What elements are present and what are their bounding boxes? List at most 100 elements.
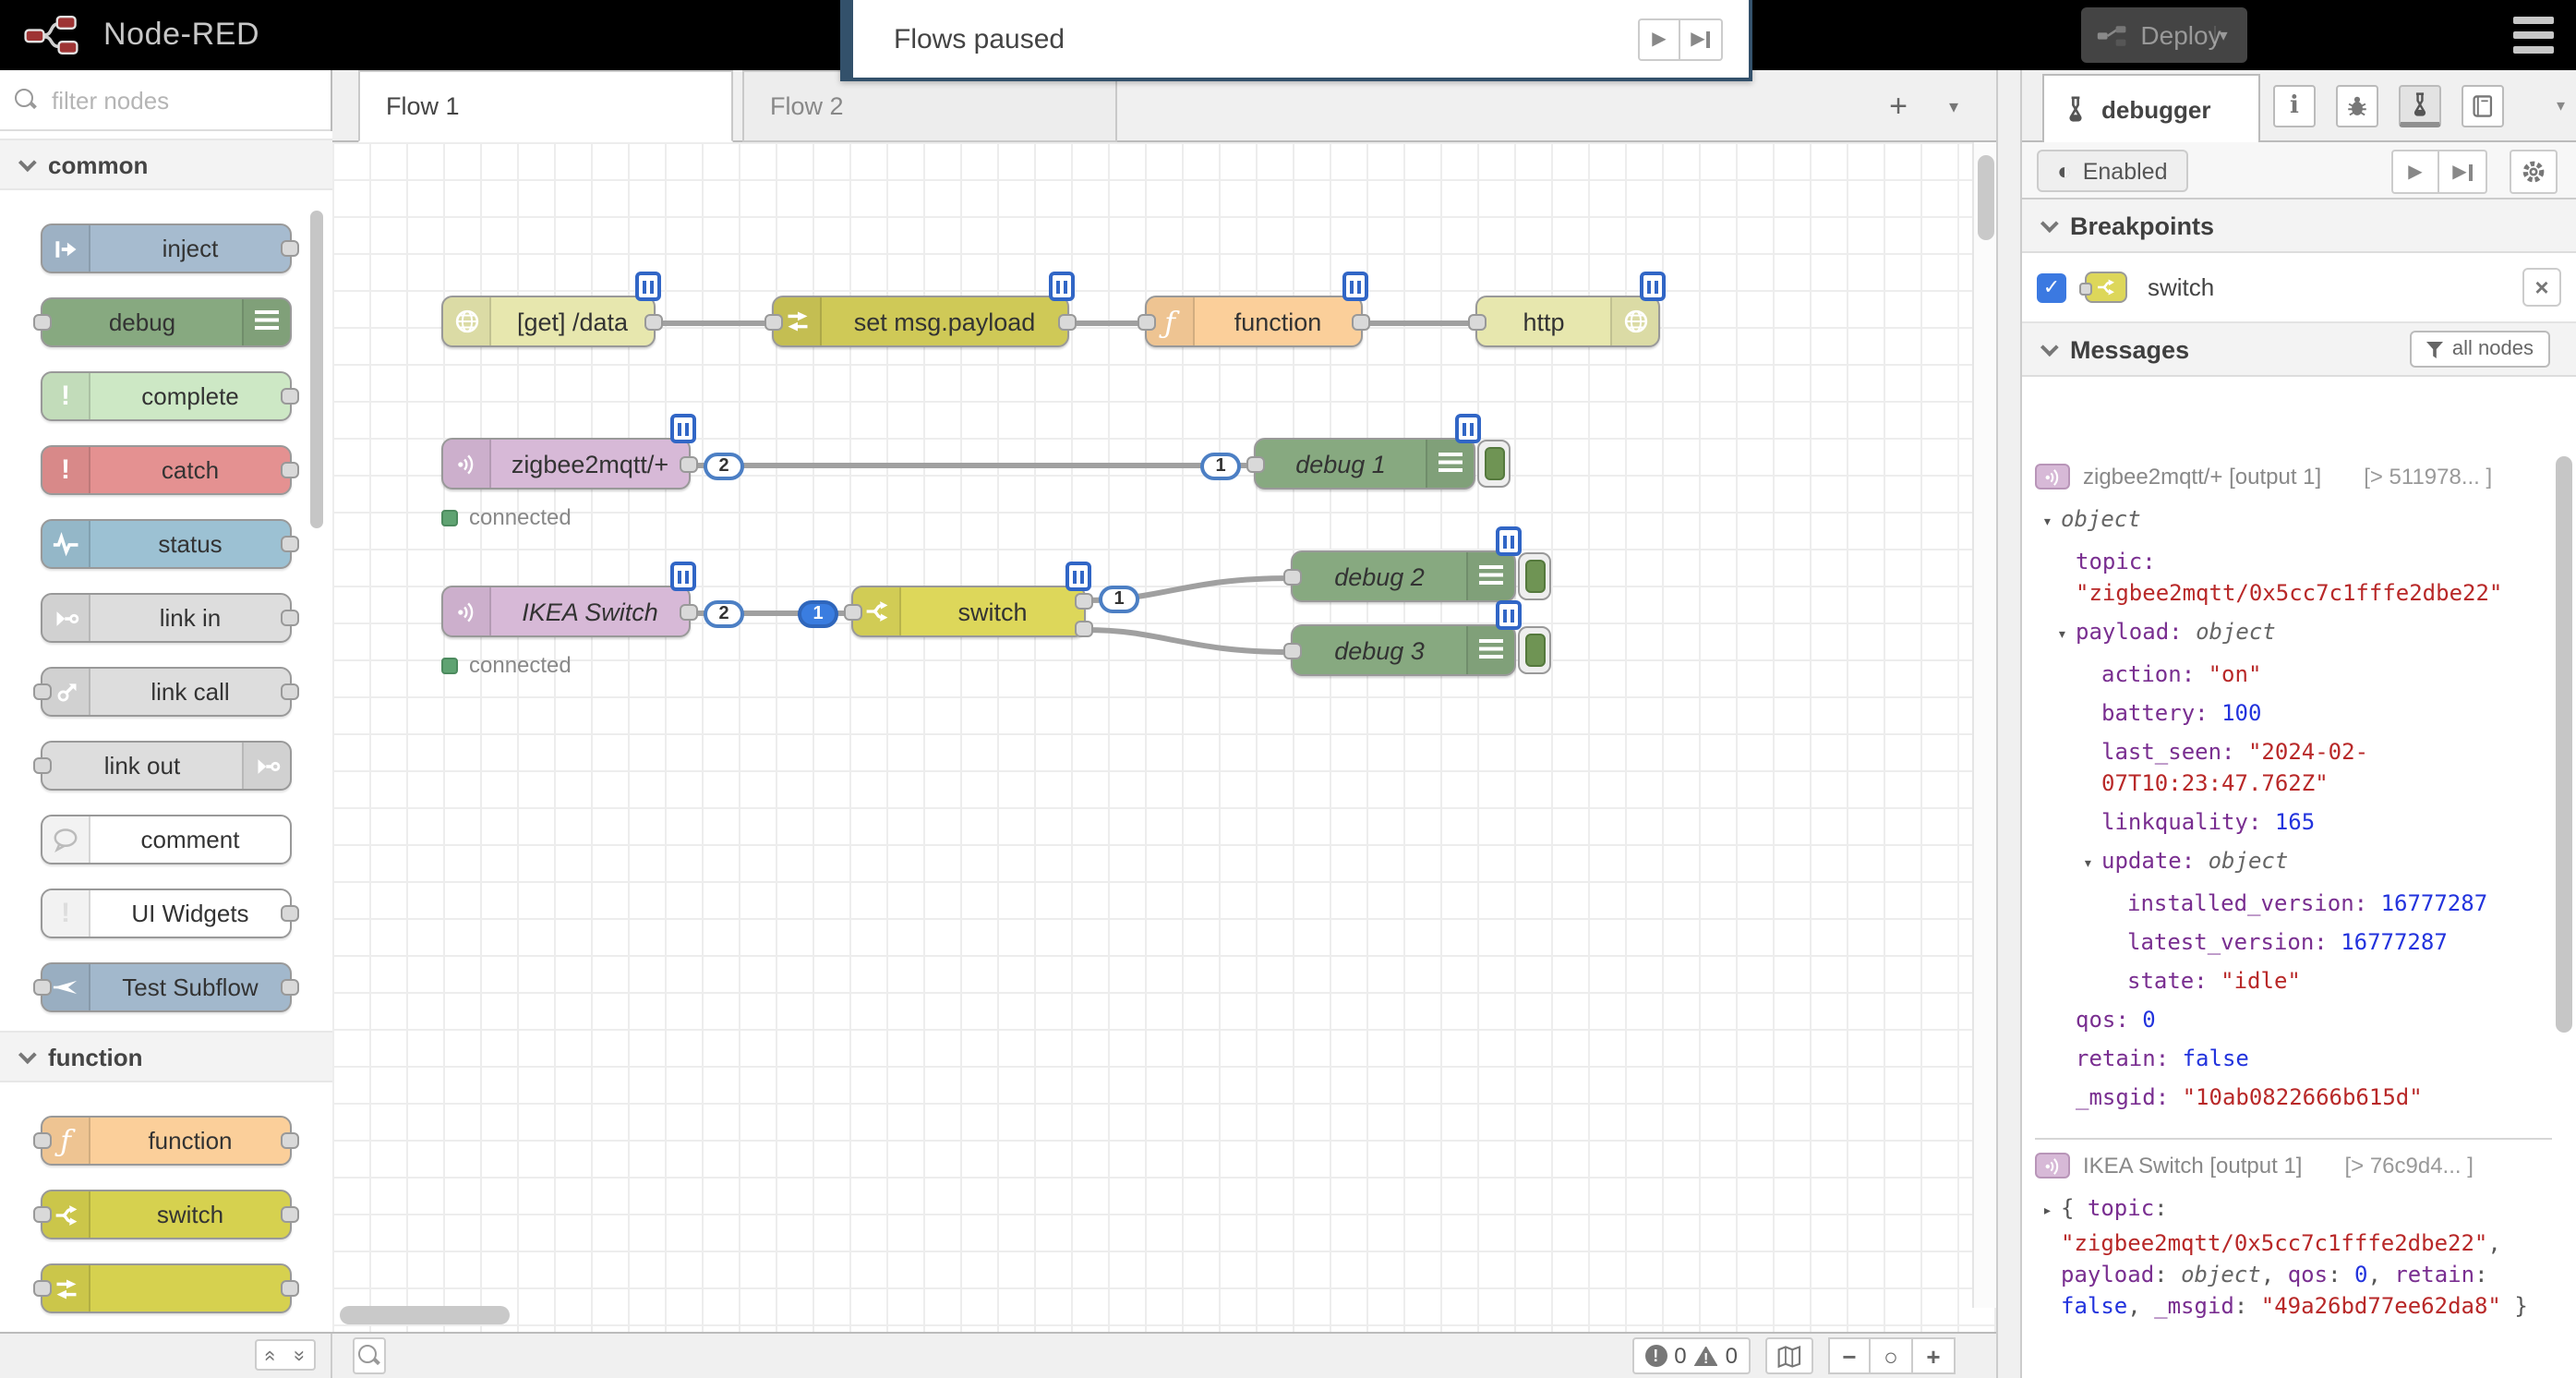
output-port[interactable] [281,1280,299,1297]
zoom-in-button[interactable]: + [1913,1337,1956,1374]
input-port[interactable] [1283,569,1302,586]
debug-row-collapsed[interactable]: ▸{ topic: "zigbee2mqtt/0x5cc7c1fffe2dbe2… [2035,1193,2548,1323]
deploy-options-caret[interactable]: ▾ [2214,25,2233,45]
input-port[interactable] [33,314,52,331]
messages-section-header[interactable]: Messages all nodes [2022,323,2576,377]
caret-icon[interactable]: ▾ [2042,508,2061,539]
input-port[interactable] [33,683,52,700]
input-port[interactable] [1246,456,1265,473]
debug-toggle-button[interactable] [1518,626,1551,674]
node-httpin[interactable]: [get] /data [441,296,656,347]
palette-node-link-in[interactable]: link in [41,593,292,643]
caret-icon[interactable]: ▸ [2042,1197,2061,1228]
palette-node-ui-widgets[interactable]: !UI Widgets [41,888,292,938]
palette-scrollbar-thumb[interactable] [310,211,323,528]
output-port-1[interactable] [1075,593,1093,610]
input-port[interactable] [1138,314,1156,331]
palette-filter-input[interactable] [48,84,316,115]
expand-all-categories-button[interactable]: » [284,1339,316,1371]
node-debug3[interactable]: debug 3 [1291,624,1516,676]
debug-row[interactable]: _msgid: "10ab0822666b615d" [2035,1082,2548,1114]
output-port[interactable] [281,1206,299,1223]
canvas-search-button[interactable] [353,1337,386,1374]
debug-message-meta[interactable]: zigbee2mqtt/+ [output 1][> 511978... ] [2035,460,2548,497]
debug-row[interactable]: state: "idle" [2035,966,2548,997]
input-port[interactable] [844,604,862,621]
palette-category-common[interactable]: common [0,139,332,190]
palette-node-switch[interactable]: switch [41,1190,292,1239]
debug-toggle-button[interactable] [1477,440,1511,488]
node-debug2[interactable]: debug 2 [1291,550,1516,602]
debug-message-id[interactable]: [> 511978... ] [2364,464,2492,490]
palette-node-test-subflow[interactable]: Test Subflow [41,962,292,1012]
debug-row[interactable]: qos: 0 [2035,1005,2548,1036]
debug-message-meta[interactable]: IKEA Switch [output 1][> 76c9d4... ] [2035,1149,2548,1186]
debug-row[interactable]: latest_version: 16777287 [2035,927,2548,959]
debug-toggle-button[interactable] [1518,552,1551,600]
output-port[interactable] [644,314,663,331]
tab-help-button[interactable] [2462,85,2504,127]
palette-node-link-out[interactable]: link out [41,741,292,791]
debug-row[interactable]: action: "on" [2035,659,2548,691]
debug-row[interactable]: ▾object [2035,504,2548,539]
input-port[interactable] [33,1206,52,1223]
output-port[interactable] [1352,314,1370,331]
debug-row[interactable]: battery: 100 [2035,698,2548,730]
debug-message-id[interactable]: [> 76c9d4... ] [2344,1153,2473,1179]
tab-debug-messages-button[interactable] [2336,85,2378,127]
main-menu-button[interactable] [2513,17,2554,54]
deploy-button[interactable]: Deploy ▾ [2081,7,2247,63]
output-port[interactable] [281,1132,299,1149]
debugger-settings-button[interactable] [2510,150,2558,194]
node-httpres[interactable]: http [1475,296,1660,347]
output-port[interactable] [281,462,299,478]
debug-row[interactable]: ▾payload: object [2035,617,2548,652]
collapse-all-categories-button[interactable]: » [255,1339,286,1371]
debug-row[interactable]: installed_version: 16777287 [2035,888,2548,920]
output-port[interactable] [281,536,299,552]
output-port[interactable] [281,905,299,922]
palette-node-inject[interactable]: inject [41,224,292,273]
debug-row[interactable]: linkquality: 165 [2035,807,2548,839]
output-port[interactable] [281,240,299,257]
palette-node-status[interactable]: status [41,519,292,569]
breakpoints-section-header[interactable]: Breakpoints [2022,199,2576,253]
output-port[interactable] [1058,314,1077,331]
node-mqtt1[interactable]: zigbee2mqtt/+2 [441,438,691,490]
add-flow-button[interactable]: + [1874,85,1922,129]
zoom-out-button[interactable]: − [1828,1337,1871,1374]
output-port[interactable] [281,388,299,405]
sidebar-tabs-caret[interactable]: ▾ [2557,96,2565,116]
output-port[interactable] [281,610,299,626]
debug-row[interactable]: last_seen: "2024-02-07T10:23:47.762Z" [2035,737,2548,800]
input-port[interactable] [1468,314,1487,331]
canvas-horizontal-scrollbar[interactable] [332,1306,1972,1328]
node-mqtt2[interactable]: IKEA Switch2 [441,586,691,637]
output-port[interactable] [680,456,698,473]
flow-canvas[interactable]: [get] /dataset msg.payloadƒfunctionhttpz… [332,142,1996,1332]
palette-node-link-call[interactable]: link call [41,667,292,717]
palette-node-comment[interactable]: comment [41,815,292,864]
breakpoint-checkbox[interactable]: ✓ [2037,272,2066,302]
input-port[interactable] [764,314,783,331]
output-port[interactable] [281,683,299,700]
palette-node-function[interactable]: ƒfunction [41,1116,292,1166]
debugger-enabled-toggle[interactable]: ◐ Enabled [2037,150,2187,192]
sidebar-scrollbar-thumb[interactable] [2556,456,2572,1033]
debug-row[interactable]: topic: "zigbee2mqtt/0x5cc7c1fffe2dbe22" [2035,547,2548,610]
input-port[interactable] [33,757,52,774]
tab-debugger[interactable]: debugger [2042,74,2260,142]
debugger-play-button[interactable]: ▶ [2391,150,2439,194]
flow-list-caret[interactable]: ▾ [1932,85,1976,129]
sidebar-splitter[interactable] [1996,70,2022,1378]
caret-icon[interactable]: ▾ [2083,850,2101,881]
navigator-button[interactable] [1765,1337,1813,1374]
remove-breakpoint-button[interactable]: × [2522,268,2561,307]
input-port[interactable] [1283,643,1302,659]
input-port[interactable] [33,1280,52,1297]
debugger-step-button[interactable]: ▶ [2439,150,2487,194]
debug-row[interactable]: retain: false [2035,1044,2548,1075]
output-port[interactable] [680,604,698,621]
canvas-vscroll-thumb[interactable] [1977,155,1993,240]
input-port[interactable] [33,1132,52,1149]
